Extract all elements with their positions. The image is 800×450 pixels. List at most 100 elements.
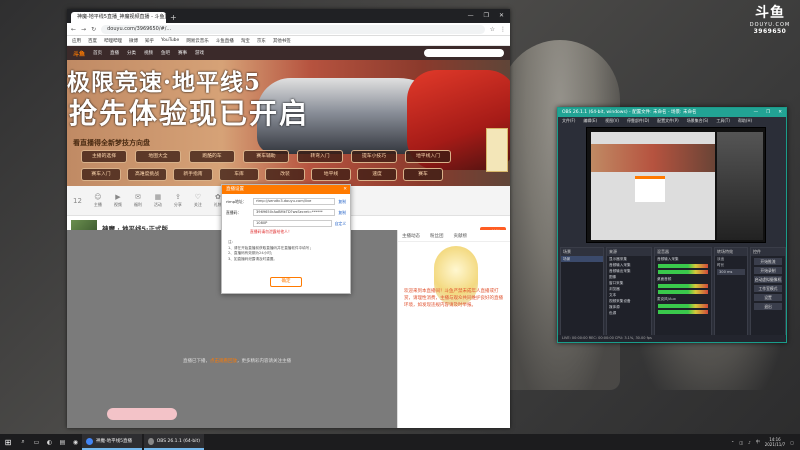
bookmark-item[interactable]: 斗鱼直播 xyxy=(216,38,234,44)
clock[interactable]: 14:16 2021/11/7 xyxy=(765,437,786,447)
obs-menu-item[interactable]: 编辑(E) xyxy=(583,117,597,125)
toolbar-item[interactable]: ♡ 关注 xyxy=(194,193,202,208)
site-search-input[interactable] xyxy=(424,49,504,57)
bookmark-item[interactable]: 微博 xyxy=(129,38,138,44)
volume-meter[interactable] xyxy=(658,270,708,274)
start-button[interactable]: ⊞ xyxy=(0,434,16,450)
nav-item[interactable]: 赛事 xyxy=(178,50,187,56)
reload-icon[interactable]: ↻ xyxy=(91,26,96,33)
back-icon[interactable]: ← xyxy=(71,26,76,33)
banner-button[interactable]: 主播的选择 xyxy=(81,150,127,163)
transition-duration-input[interactable]: 300 ms xyxy=(717,269,745,275)
nav-item[interactable]: 首页 xyxy=(93,50,102,56)
ime-icon[interactable]: 中 xyxy=(756,439,760,445)
banner-button[interactable]: 新手指南 xyxy=(173,168,213,181)
obs-maximize-button[interactable]: ❐ xyxy=(766,108,770,117)
bookmark-item[interactable]: YouTube xyxy=(161,38,179,43)
folder-icon[interactable]: ▤ xyxy=(56,434,69,450)
volume-meter[interactable] xyxy=(658,304,708,308)
chat-tab[interactable]: 贡献榜 xyxy=(454,233,468,239)
stream-key-field[interactable]: 3969650rAoBMkTD?wsSecret=****** xyxy=(253,209,336,216)
banner-button[interactable]: 地平线入门 xyxy=(405,150,451,163)
obs-menu-item[interactable]: 配置文件(P) xyxy=(657,117,679,125)
network-icon[interactable]: ◫ xyxy=(739,440,743,445)
menu-dots-icon[interactable]: ⋮ xyxy=(500,26,506,33)
banner-button[interactable]: 地平线 xyxy=(311,168,351,181)
replay-link[interactable]: 点击观看回放 xyxy=(210,359,237,364)
nav-item[interactable]: 分类 xyxy=(127,50,136,56)
close-icon[interactable]: ✕ xyxy=(343,185,350,194)
source-item[interactable]: 色源 xyxy=(607,310,651,316)
start-streaming-button[interactable]: 开始推流 xyxy=(754,258,782,265)
nav-item[interactable]: 鱼吧 xyxy=(161,50,170,56)
chat-tab[interactable]: 主播动态 xyxy=(402,233,420,239)
copy-rtmp-button[interactable]: 复制 xyxy=(338,199,346,205)
custom-quality-button[interactable]: 自定义 xyxy=(335,221,346,227)
rtmp-address-field[interactable]: rtmp://sendtc3.douyu.com/live xyxy=(253,198,336,205)
bookmark-item[interactable]: 京东 xyxy=(257,38,266,44)
confirm-button[interactable]: 确定 xyxy=(270,277,302,287)
bookmark-item[interactable]: 应用 xyxy=(72,38,81,44)
banner-button[interactable]: 速度 xyxy=(357,168,397,181)
obs-menu-item[interactable]: 场景集合(S) xyxy=(687,117,709,125)
volume-meter[interactable] xyxy=(658,290,708,294)
start-recording-button[interactable]: 开始录制 xyxy=(754,267,782,274)
close-window-button[interactable]: ✕ xyxy=(499,9,504,23)
obs-preview[interactable] xyxy=(586,127,766,243)
studio-mode-button[interactable]: 工作室模式 xyxy=(754,285,782,292)
chevron-up-icon[interactable]: ⌃ xyxy=(731,440,734,445)
banner-button[interactable]: 赛车 xyxy=(403,168,443,181)
browser-tab[interactable]: 神魔-地平线5直播_神魔视频直播 - 斗鱼直播 xyxy=(71,12,166,23)
toolbar-item[interactable]: ▦ 活动 xyxy=(154,193,162,208)
obs-minimize-button[interactable]: — xyxy=(754,108,759,117)
notification-icon[interactable]: ▢ xyxy=(790,440,794,445)
bookmark-item[interactable]: 百度 xyxy=(88,38,97,44)
edge-icon[interactable]: ◐ xyxy=(43,434,56,450)
star-icon[interactable]: ☆ xyxy=(490,26,495,33)
maximize-button[interactable]: ❐ xyxy=(484,9,489,23)
taskbar-item-obs[interactable]: OBS 26.1.1 (64-bit) xyxy=(144,434,204,450)
volume-icon[interactable]: ♪ xyxy=(748,440,751,445)
obs-menu-item[interactable]: 文件(F) xyxy=(562,117,575,125)
banner-button[interactable]: 赛车辅助 xyxy=(243,150,289,163)
banner-button[interactable]: 地图大全 xyxy=(135,150,181,163)
bookmark-item[interactable]: 网易云音乐 xyxy=(186,38,209,44)
task-view-icon[interactable]: ▭ xyxy=(30,434,43,450)
obs-close-button[interactable]: ✕ xyxy=(778,108,782,117)
forward-icon[interactable]: → xyxy=(81,26,86,33)
volume-meter[interactable] xyxy=(658,284,708,288)
player-promo-pill[interactable] xyxy=(107,408,177,420)
banner-button[interactable]: 转弯入门 xyxy=(297,150,343,163)
obs-menu-item[interactable]: 停靠部件(D) xyxy=(627,117,649,125)
toolbar-item[interactable]: ⇪ 分享 xyxy=(174,193,182,208)
settings-button[interactable]: 设置 xyxy=(754,294,782,301)
obs-menu-item[interactable]: 帮助(H) xyxy=(738,117,752,125)
banner-button[interactable]: 跑酷的车 xyxy=(189,150,235,163)
banner-button[interactable]: 赛车入门 xyxy=(81,168,121,181)
volume-meter[interactable] xyxy=(658,264,708,268)
toolbar-item[interactable]: ☺ 主播 xyxy=(94,193,102,208)
minimize-button[interactable]: — xyxy=(468,9,474,23)
quality-select[interactable]: 1080P xyxy=(253,220,332,227)
nav-item[interactable]: 直播 xyxy=(110,50,119,56)
url-input[interactable]: douyu.com/3969650/#/... xyxy=(101,24,485,34)
new-tab-button[interactable]: + xyxy=(170,12,177,23)
obs-menu-item[interactable]: 工具(T) xyxy=(716,117,730,125)
bookmark-item[interactable]: 淘宝 xyxy=(241,38,250,44)
volume-meter[interactable] xyxy=(658,310,708,314)
bookmark-item[interactable]: 知乎 xyxy=(145,38,154,44)
banner-button[interactable]: 改装 xyxy=(265,168,305,181)
nav-item[interactable]: 游戏 xyxy=(195,50,204,56)
banner-button[interactable]: 高难度挑战 xyxy=(127,168,167,181)
chat-tab[interactable]: 粉丝团 xyxy=(430,233,444,239)
search-icon[interactable]: ⌕ xyxy=(16,438,30,446)
toolbar-item[interactable]: ✉ 福利 xyxy=(134,193,142,208)
scene-item[interactable]: 场景 xyxy=(561,256,603,262)
event-banner[interactable]: 极限竞速·地平线5 抢先体验现已开启 看直播得全新梦技方向盘 主播的选择 地图大… xyxy=(67,60,510,186)
banner-side-card[interactable] xyxy=(486,128,508,172)
obs-menu-item[interactable]: 视图(V) xyxy=(605,117,619,125)
taskbar-item-browser[interactable]: 神魔-地平线5直播 xyxy=(82,434,142,450)
site-logo[interactable]: 斗鱼 xyxy=(73,49,85,58)
bookmark-item[interactable]: 哔哩哔哩 xyxy=(104,38,122,44)
bookmark-item[interactable]: 其他书签 xyxy=(273,38,291,44)
